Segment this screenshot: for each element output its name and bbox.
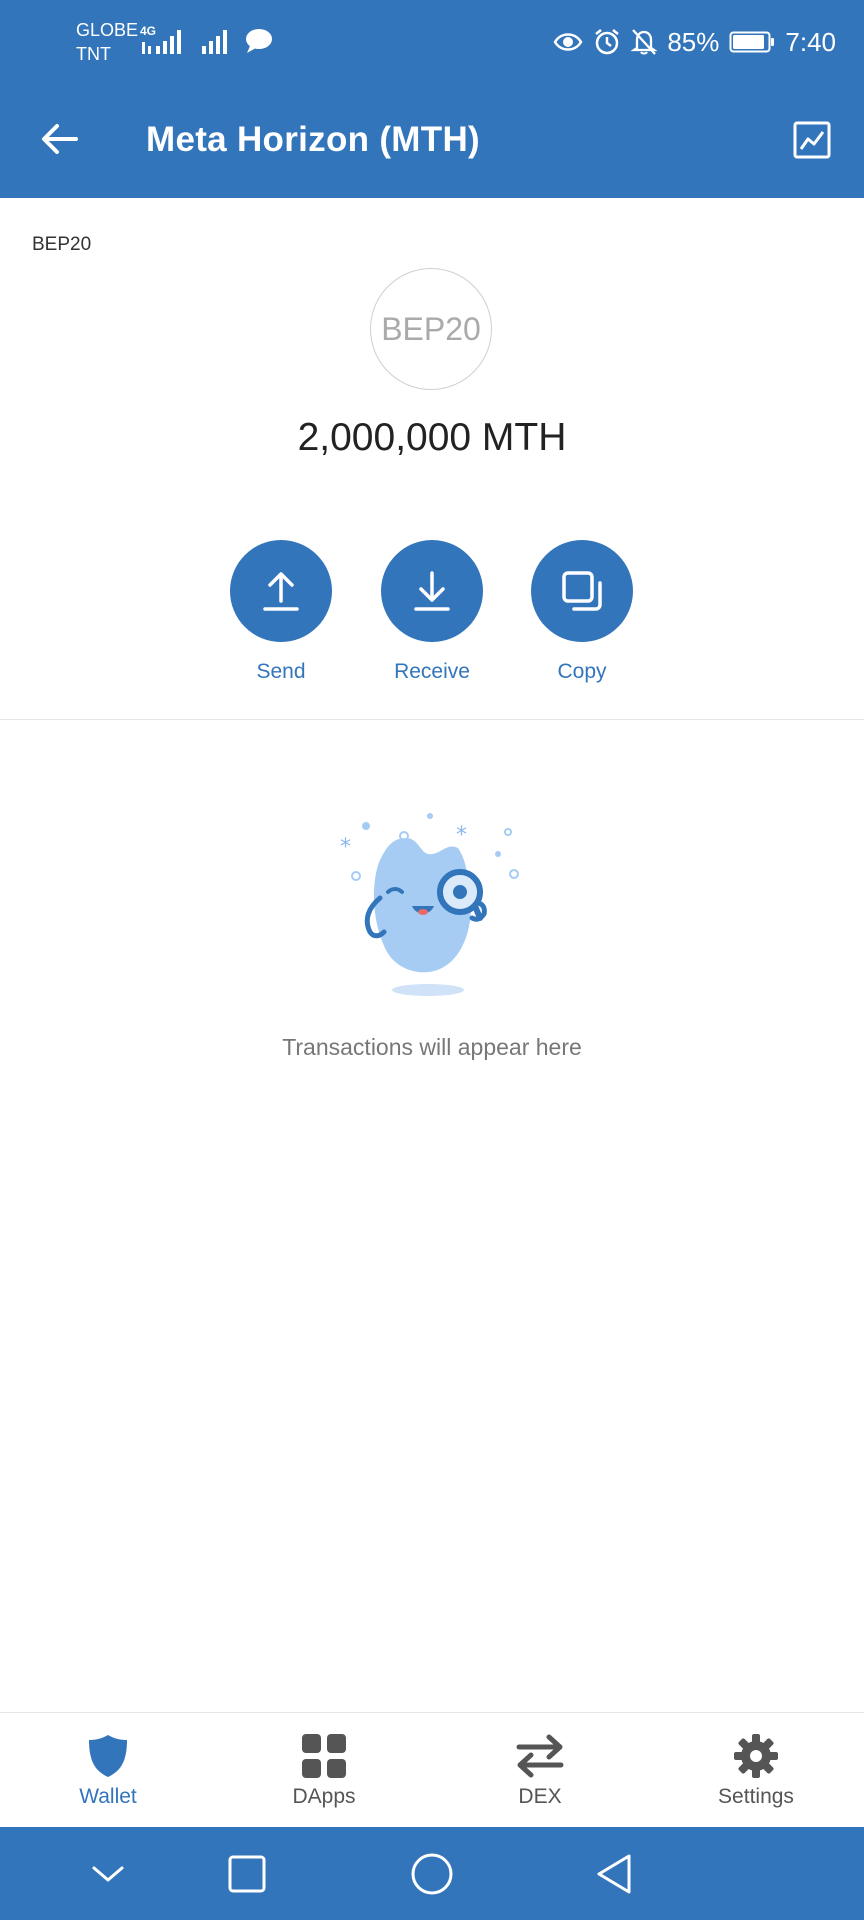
- alarm-icon: [595, 29, 620, 55]
- page-title: Meta Horizon (MTH): [146, 120, 480, 159]
- svg-text:*: *: [456, 823, 467, 848]
- square-icon: [228, 1855, 266, 1893]
- nav-settings[interactable]: Settings: [648, 1713, 864, 1828]
- shield-icon: [89, 1735, 127, 1777]
- section-divider: [0, 719, 864, 720]
- send-circle: [230, 540, 332, 642]
- receive-label: Receive: [394, 660, 470, 683]
- nav-dapps-label: DApps: [292, 1785, 356, 1808]
- nav-dapps[interactable]: DApps: [216, 1713, 432, 1828]
- battery-percent: 85%: [667, 26, 720, 57]
- triangle-back-icon: [597, 1854, 631, 1894]
- chat-bubble-icon: [246, 29, 272, 53]
- back-button[interactable]: [34, 114, 84, 164]
- empty-state-illustration: * *: [340, 813, 519, 996]
- battery-icon: [729, 31, 775, 53]
- svg-text:*: *: [340, 835, 351, 860]
- carrier-label: GLOBE TNT: [76, 18, 138, 66]
- status-left-icons: 4G: [140, 24, 274, 56]
- arrow-left-icon: [42, 124, 78, 154]
- status-bar: GLOBE TNT 4G 85% 7:40: [0, 0, 864, 84]
- token-logo-text: BEP20: [381, 310, 481, 347]
- clock: 7:40: [785, 26, 836, 57]
- copy-button[interactable]: Copy: [512, 540, 652, 684]
- copy-circle: [531, 540, 633, 642]
- home-button[interactable]: [402, 1849, 462, 1899]
- swap-arrows-icon: [516, 1734, 564, 1778]
- copy-icon: [562, 571, 602, 611]
- download-arrow-icon: [414, 571, 450, 611]
- send-label: Send: [256, 660, 306, 683]
- circle-icon: [411, 1853, 453, 1895]
- signal-sim1-icon: 4G: [140, 24, 186, 56]
- token-logo: BEP20: [370, 268, 492, 390]
- nav-dex[interactable]: DEX: [432, 1713, 648, 1828]
- upload-arrow-icon: [263, 572, 299, 611]
- copy-label: Copy: [557, 660, 607, 683]
- bottom-navigation: Wallet DApps DEX Settings: [0, 1712, 864, 1828]
- chevron-down-icon: [92, 1866, 124, 1882]
- eye-icon: [553, 33, 583, 51]
- notifications-off-icon: [631, 29, 658, 55]
- nav-settings-label: Settings: [718, 1785, 794, 1808]
- send-button[interactable]: Send: [211, 540, 351, 684]
- gear-icon: [734, 1734, 778, 1778]
- nav-wallet[interactable]: Wallet: [0, 1713, 216, 1828]
- carrier-line-2: TNT: [76, 44, 111, 64]
- chart-icon: [793, 121, 831, 159]
- signal-sim2-icon: [202, 30, 227, 54]
- receive-button[interactable]: Receive: [362, 540, 502, 684]
- empty-transactions-message: Transactions will appear here: [282, 1034, 582, 1060]
- app-bar: Meta Horizon (MTH): [0, 84, 864, 198]
- price-chart-button[interactable]: [790, 118, 834, 162]
- receive-circle: [381, 540, 483, 642]
- carrier-line-1: GLOBE: [76, 20, 139, 40]
- token-balance: 2,000,000 MTH: [297, 416, 567, 459]
- collapse-button[interactable]: [78, 1849, 138, 1899]
- status-right-icons: 85% 7:40: [553, 22, 836, 62]
- nav-dex-label: DEX: [518, 1785, 562, 1808]
- nav-wallet-label: Wallet: [79, 1785, 137, 1808]
- system-navigation-bar: [0, 1827, 864, 1920]
- system-back-button[interactable]: [584, 1849, 644, 1899]
- network-label: BEP20: [32, 234, 92, 255]
- grid-icon: [302, 1734, 346, 1778]
- recent-apps-button[interactable]: [217, 1849, 277, 1899]
